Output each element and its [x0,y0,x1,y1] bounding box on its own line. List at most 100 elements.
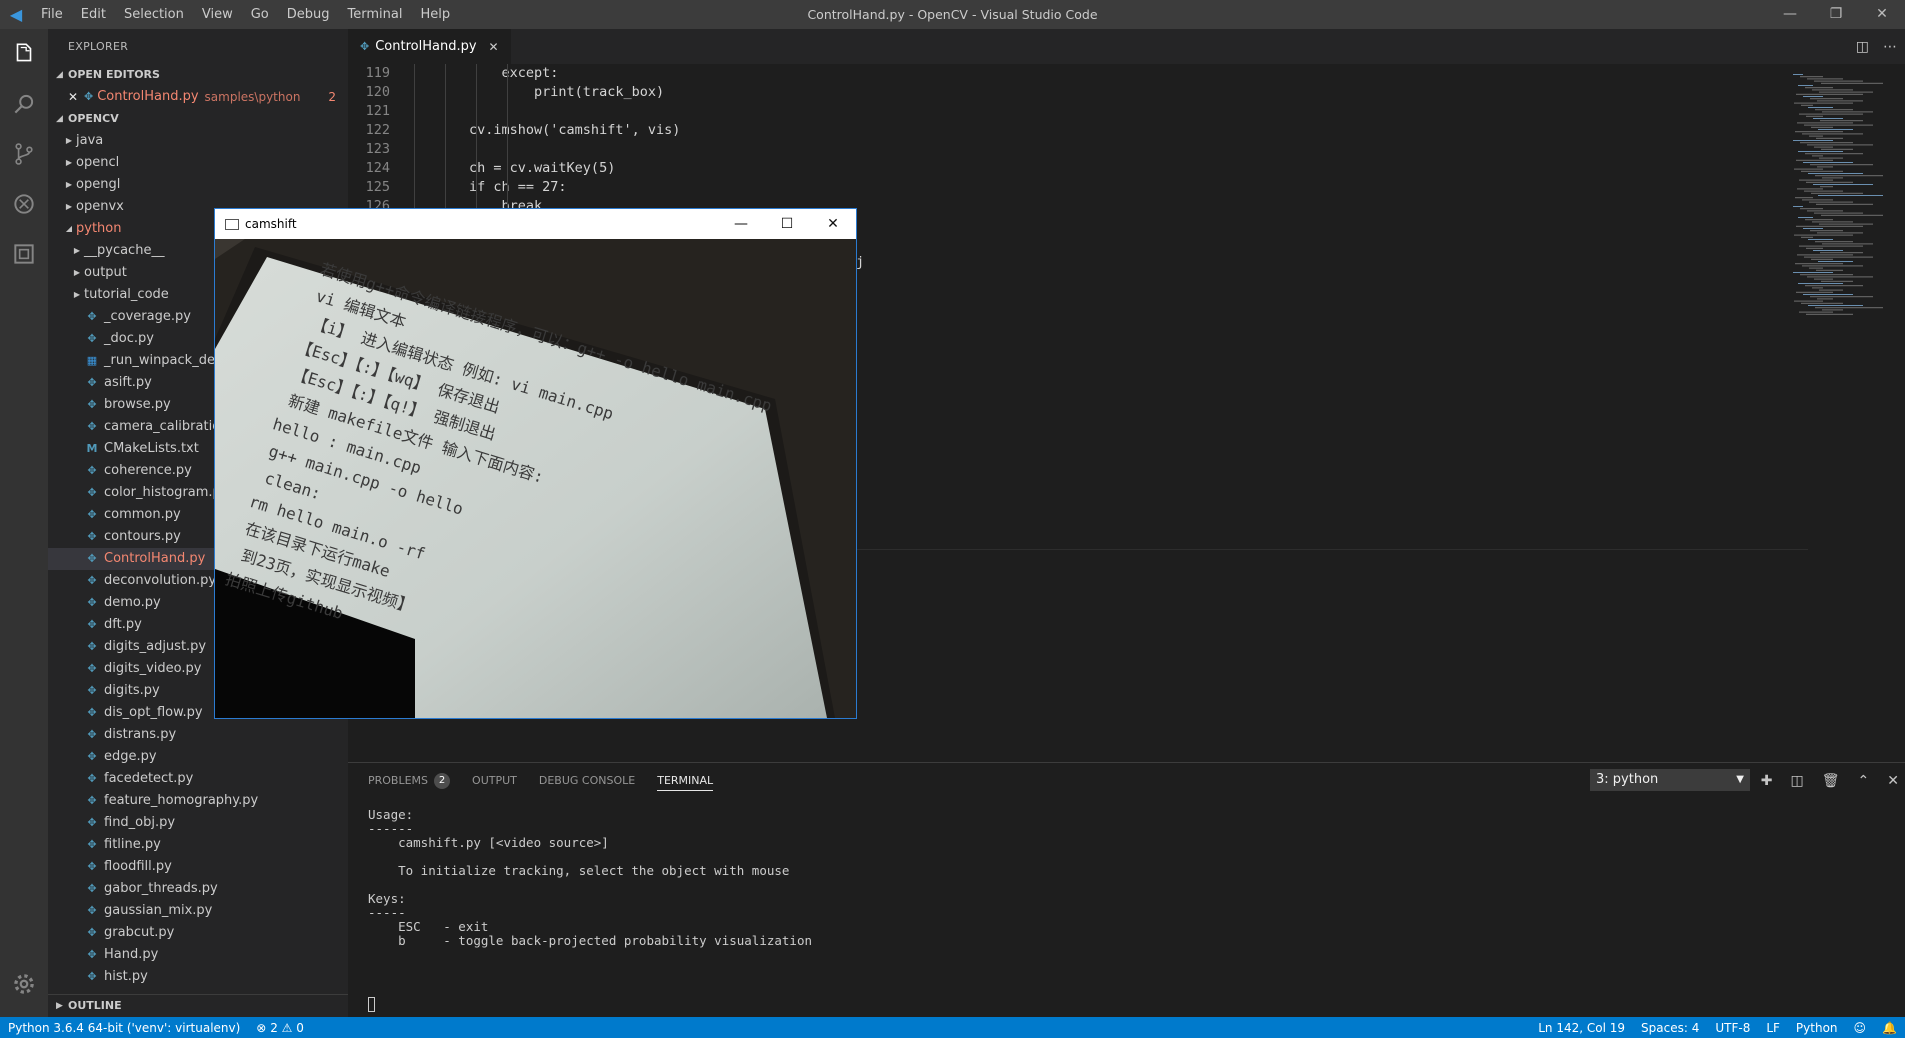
close-icon[interactable]: ✕ [1859,0,1905,29]
terminal-output[interactable]: Usage: ------ camshift.py [<video source>… [368,808,812,948]
new-terminal-icon[interactable]: ✚ [1761,773,1773,789]
gear-icon[interactable] [0,959,48,1009]
tree-file[interactable]: ✥ edge.py [48,746,348,768]
bottom-panel: PROBLEMS 2 OUTPUT DEBUG CONSOLE TERMINAL… [348,762,1905,1018]
restore-icon[interactable]: ❐ [1813,0,1859,29]
minimap-line [1796,291,1833,293]
kill-terminal-icon[interactable]: 🗑 [1822,773,1840,789]
tree-file[interactable]: ✥ facedetect.py [48,768,348,790]
code-line[interactable]: 125 if ch == 27: [348,178,1778,197]
tree-item-label: distrans.py [104,727,177,742]
project-header[interactable]: ◢ OPENCV [48,108,348,130]
tree-file[interactable]: ✥ Hand.py [48,944,348,966]
tree-folder[interactable]: ▶ opencl [48,152,348,174]
tab-problems[interactable]: PROBLEMS 2 [368,763,451,798]
maximize-panel-icon[interactable]: ⌃ [1858,773,1870,789]
camera-video-frame[interactable]: 若使用g++命令编译链接程序，可以：g++ -o hello main.cpp v… [215,239,856,718]
menu-go[interactable]: Go [242,0,278,29]
tab-output[interactable]: OUTPUT [472,763,517,798]
close-panel-icon[interactable]: ✕ [1887,773,1899,789]
notifications-bell-icon[interactable]: 🔔 [1874,1021,1905,1035]
tab-terminal[interactable]: TERMINAL [657,770,714,791]
problems-indicator[interactable]: ⊗ 2 ⚠ 0 [248,1021,312,1035]
error-count: 2 [270,1020,278,1035]
line-number: 120 [365,84,390,100]
minimap-line [1818,129,1853,130]
tree-file[interactable]: ✥ feature_homography.py [48,790,348,812]
minimap-line [1794,168,1823,170]
code-line[interactable]: 123 [348,140,1778,159]
split-editor-icon[interactable]: ◫ [1856,39,1869,55]
minimap-line [1793,74,1803,75]
camshift-window[interactable]: camshift — ☐ ✕ 若使用g++命令编译链接程序，可以：g++ -o … [214,208,857,719]
language-mode[interactable]: Python [1788,1021,1846,1035]
tree-file[interactable]: ✥ gaussian_mix.py [48,900,348,922]
feedback-smiley-icon[interactable]: ☺ [1846,1021,1875,1035]
more-actions-icon[interactable]: ⋯ [1883,39,1897,55]
terminal-line: camshift.py [<video source>] [368,835,609,850]
maximize-icon[interactable]: ☐ [764,216,810,232]
outline-header[interactable]: ▶ OUTLINE [48,994,348,1017]
open-editors-header[interactable]: ◢ OPEN EDITORS [48,64,348,86]
terminal-line: To initialize tracking, select the objec… [368,863,790,878]
code-line[interactable]: 124 ch = cv.waitKey(5) [348,159,1778,178]
tree-item-label: gabor_threads.py [104,881,218,896]
source-control-icon[interactable] [0,129,48,179]
minimap-line [1801,236,1813,238]
encoding[interactable]: UTF-8 [1707,1021,1758,1035]
menu-file[interactable]: File [32,0,72,29]
menu-selection[interactable]: Selection [115,0,193,29]
tree-item-label: java [76,133,104,148]
close-icon[interactable]: ✕ [489,40,499,54]
code-line[interactable]: 122 cv.imshow('camshift', vis) [348,121,1778,140]
camshift-titlebar[interactable]: camshift — ☐ ✕ [215,209,856,239]
search-icon[interactable] [0,79,48,129]
tree-file[interactable]: ✥ floodfill.py [48,856,348,878]
python-file-icon: ✥ [87,508,97,521]
minimap-line [1811,126,1833,128]
python-file-icon: ✥ [87,838,97,851]
menu-terminal[interactable]: Terminal [339,0,412,29]
tree-file[interactable]: ✥ hist.py [48,966,348,988]
menu-debug[interactable]: Debug [278,0,339,29]
minimap-line [1802,199,1833,201]
python-file-icon: ✥ [87,420,97,433]
close-editor-icon[interactable]: ✕ [68,86,84,108]
menu-help[interactable]: Help [411,0,459,29]
minimize-icon[interactable]: — [1767,0,1813,29]
debug-icon[interactable] [0,179,48,229]
menu-view[interactable]: View [193,0,242,29]
tree-folder[interactable]: ▶ opengl [48,174,348,196]
minimap[interactable] [1785,64,1905,364]
python-file-icon: ✥ [87,574,97,587]
chevron-right-icon: ▶ [65,180,73,189]
code-line[interactable]: 119 except: [348,64,1778,83]
minimap-line [1815,175,1883,177]
minimap-line [1802,265,1863,267]
split-terminal-icon[interactable]: ◫ [1791,773,1804,789]
tab-debug-console[interactable]: DEBUG CONSOLE [539,763,635,798]
tree-file[interactable]: ✥ distrans.py [48,724,348,746]
indentation[interactable]: Spaces: 4 [1633,1021,1707,1035]
python-interpreter[interactable]: Python 3.6.4 64-bit ('venv': virtualenv) [0,1021,248,1035]
extensions-icon[interactable] [0,229,48,279]
tree-file[interactable]: ✥ fitline.py [48,834,348,856]
open-editor-item[interactable]: ✕ ✥ ControlHand.py samples\python 2 [48,86,348,108]
end-of-line[interactable]: LF [1758,1021,1788,1035]
minimap-line [1795,263,1843,265]
tree-file[interactable]: ✥ gabor_threads.py [48,878,348,900]
code-line[interactable]: 120 print(track_box) [348,83,1778,102]
tab-controlhand[interactable]: ✥ ControlHand.py ✕ [348,29,511,64]
files-icon[interactable] [0,29,48,79]
tree-folder[interactable]: ▶ java [48,130,348,152]
tree-file[interactable]: ✥ grabcut.py [48,922,348,944]
menu-edit[interactable]: Edit [72,0,115,29]
code-line[interactable]: 121 [348,102,1778,121]
tree-item-label: browse.py [104,397,171,412]
cursor-position[interactable]: Ln 142, Col 19 [1530,1021,1633,1035]
terminal-select[interactable]: 3: python ▼ [1590,769,1750,791]
close-icon[interactable]: ✕ [810,216,856,232]
minimize-icon[interactable]: — [718,216,764,232]
python-file-icon: ✥ [360,40,370,53]
tree-file[interactable]: ✥ find_obj.py [48,812,348,834]
